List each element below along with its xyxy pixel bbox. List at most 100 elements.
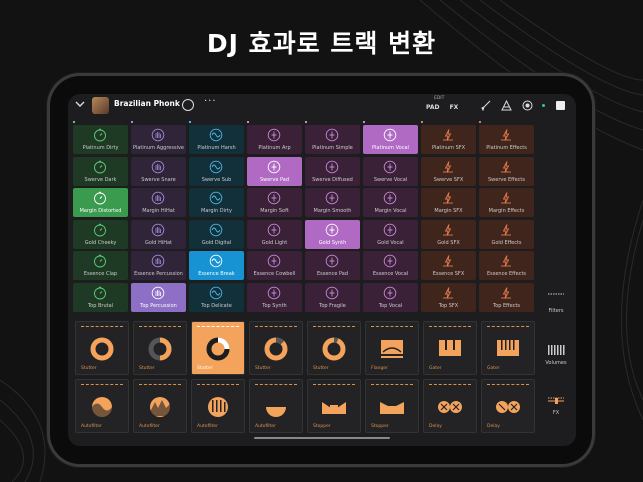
sound-pad[interactable]: Margin Effects [479,188,534,217]
sound-pad[interactable]: Swerve Vocal [363,156,418,186]
sparkle-icon [383,191,397,205]
sound-pad[interactable]: Platinum SFX [421,125,476,154]
sound-pad[interactable]: Platinum Harsh [189,125,244,154]
sound-pad[interactable]: Margin HiHat [131,188,186,217]
sound-pad[interactable]: Essence Cowbell [247,251,302,280]
triangle-warning-icon[interactable] [501,100,512,111]
fx-pad-label: Delay [487,424,500,429]
fx-control[interactable]: FX [538,396,574,416]
sound-pad[interactable]: Gold Light [247,219,302,249]
sound-pad[interactable]: Platinum Aggressive [131,125,186,154]
sound-pad[interactable]: Essence SFX [421,251,476,280]
sound-pad[interactable]: Swerve Dark [73,156,128,186]
sparkle-icon [267,254,281,268]
sound-pad[interactable]: Platinum Vocal [363,125,418,154]
fx-pad[interactable]: Delay [481,379,535,433]
sound-pad[interactable]: Top Brutal [73,282,128,312]
song-title[interactable]: Brazilian Phonk [114,99,180,108]
sound-pad[interactable]: Gold Digital [189,219,244,249]
fx-pad[interactable]: Stutter [133,321,187,375]
sound-pad[interactable]: Margin Vocal [363,188,418,217]
sound-pad[interactable]: Top Percussion [131,282,186,312]
fx-pad-divider [81,326,123,327]
sound-pad[interactable]: Gold SFX [421,219,476,249]
sound-pad[interactable]: Gold Effects [479,219,534,249]
mode-switch[interactable]: PAD FX [426,104,458,111]
sound-pad[interactable]: Top Delicate [189,282,244,312]
sparkle-icon [267,223,281,236]
more-icon[interactable]: ··· [204,96,217,107]
sound-pad[interactable]: Margin Distorted [73,188,128,217]
sound-pad[interactable]: Essence Vocal [363,251,418,280]
volumes-control[interactable]: Volumes [538,344,574,366]
sound-pad[interactable]: Swerve Effects [479,156,534,186]
globe-icon[interactable] [182,99,194,111]
stop-icon[interactable] [556,101,565,110]
edit-label: EDIT [434,96,445,101]
sound-pad[interactable]: Margin Dirty [189,188,244,217]
sound-pad[interactable]: Swerve Diffused [305,156,360,186]
filters-control[interactable]: Filters [538,292,574,314]
stopwatch-icon [94,128,106,142]
fx-pad[interactable]: Stutter [307,321,361,375]
fx-pad[interactable]: Flanger [365,321,419,375]
fx-pad[interactable]: Stopper [365,379,419,433]
sound-pad[interactable]: Swerve Snare [131,156,186,186]
fx-pad[interactable]: Autofilter [75,379,129,433]
sound-pad[interactable]: Gold Cheeky [73,219,128,249]
hand-icon [151,128,165,142]
sparkle-icon [325,160,339,173]
pad-label: Top Vocal [378,302,403,309]
flash-icon [501,286,511,299]
sound-pad[interactable]: Essence Effects [479,251,534,280]
sound-pad[interactable]: Swerve Sub [189,156,244,186]
column-marker [363,121,365,123]
fx-pad[interactable]: Stutter [249,321,303,375]
fx-pad-label: Stopper [313,424,331,429]
sound-pad[interactable]: Margin Soft [247,188,302,217]
pad-label: Essence Percussion [134,271,183,277]
sound-pad[interactable]: Swerve SFX [421,156,476,186]
fx-pad[interactable]: Delay [423,379,477,433]
fx-pad-label: Stutter [139,366,155,371]
sound-pad[interactable]: Margin Smooth [305,188,360,217]
record-icon[interactable] [522,100,533,111]
fx-pad[interactable]: Stutter [191,321,245,375]
sound-pad[interactable]: Swerve Pad [247,156,302,186]
sound-pad[interactable]: Gold HiHat [131,219,186,249]
sound-pad[interactable]: Top SFX [421,282,476,312]
pad-mode-button[interactable]: PAD [426,104,439,111]
sound-pad[interactable]: Top Vocal [363,282,418,312]
chevron-down-icon[interactable] [74,98,88,112]
fx-pad[interactable]: Autofilter [191,379,245,433]
sound-pad[interactable]: Essence Pad [305,251,360,280]
fx-pad[interactable]: Stopper [307,379,361,433]
pad-label: Margin Vocal [374,208,407,214]
sound-pad[interactable]: Top Effects [479,282,534,312]
sparkle-icon [325,286,339,299]
ring-quarter-icon [206,337,230,361]
fx-pad[interactable]: Gater [423,321,477,375]
sound-pad[interactable]: Top Synth [247,282,302,312]
sound-pad[interactable]: Gold Synth [305,219,360,249]
sound-pad[interactable]: Platinum Dirty [73,125,128,154]
album-cover[interactable] [92,97,109,114]
sound-pad[interactable]: Margin SFX [421,188,476,217]
sound-pad[interactable]: Essence Percussion [131,251,186,280]
sound-pad[interactable]: Platinum Simple [305,125,360,154]
fx-pad-divider [197,384,239,385]
sound-pad[interactable]: Gold Vocal [363,219,418,249]
fx-pad[interactable]: Autofilter [249,379,303,433]
sound-pad[interactable]: Top Fragile [305,282,360,312]
brush-icon[interactable] [480,100,491,111]
sound-pad[interactable]: Essence Break [189,251,244,280]
fx-pad[interactable]: Gater [481,321,535,375]
fx-mode-button[interactable]: FX [450,104,459,111]
sound-pad[interactable]: Essence Clap [73,251,128,280]
fx-pad[interactable]: Autofilter [133,379,187,433]
wave-icon [209,223,223,236]
fx-pad[interactable]: Stutter [75,321,129,375]
pad-label: Top Fragile [319,302,346,309]
sound-pad[interactable]: Platinum Arp [247,125,302,154]
sound-pad[interactable]: Platinum Effects [479,125,534,154]
